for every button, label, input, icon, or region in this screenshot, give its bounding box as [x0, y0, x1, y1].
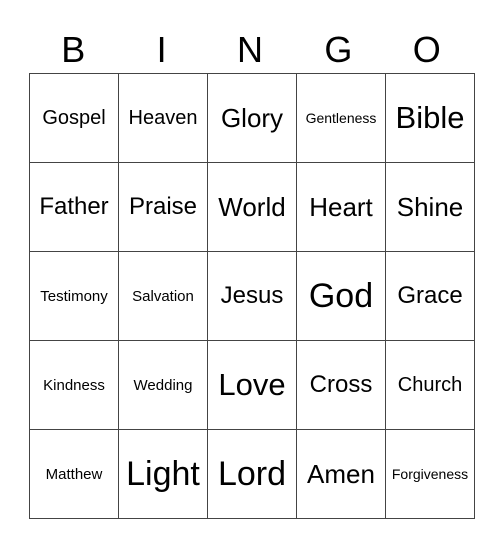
grid-row: Kindness Wedding Love Cross Church	[29, 340, 475, 430]
header-letter-g: G	[324, 29, 353, 70]
grid-row: Father Praise World Heart Shine	[29, 162, 475, 252]
bingo-cell[interactable]: Love	[207, 340, 297, 430]
bingo-cell[interactable]: Father	[29, 162, 119, 252]
bingo-cell[interactable]: Forgiveness	[385, 429, 475, 519]
bingo-cell[interactable]: Praise	[118, 162, 208, 252]
bingo-cell[interactable]: Jesus	[207, 251, 297, 341]
header-letter-o: O	[412, 29, 441, 70]
bingo-cell[interactable]: Bible	[385, 73, 475, 163]
bingo-cell[interactable]: Gospel	[29, 73, 119, 163]
bingo-cell[interactable]: Cross	[296, 340, 386, 430]
bingo-cell[interactable]: Wedding	[118, 340, 208, 430]
bingo-cell[interactable]: Lord	[207, 429, 297, 519]
bingo-header: B I N G O	[29, 28, 471, 72]
bingo-cell[interactable]: Amen	[296, 429, 386, 519]
bingo-cell[interactable]: Heart	[296, 162, 386, 252]
header-letter-n: N	[236, 29, 263, 70]
bingo-cell[interactable]: God	[296, 251, 386, 341]
bingo-cell[interactable]: Testimony	[29, 251, 119, 341]
bingo-grid: Gospel Heaven Glory Gentleness Bible Fat…	[29, 73, 475, 519]
bingo-cell[interactable]: Salvation	[118, 251, 208, 341]
bingo-cell[interactable]: Kindness	[29, 340, 119, 430]
bingo-cell[interactable]: Light	[118, 429, 208, 519]
header-letter-i: I	[156, 29, 167, 70]
header-letter-b: B	[61, 29, 86, 70]
bingo-cell[interactable]: Matthew	[29, 429, 119, 519]
bingo-cell[interactable]: Gentleness	[296, 73, 386, 163]
bingo-cell[interactable]: Heaven	[118, 73, 208, 163]
bingo-cell[interactable]: World	[207, 162, 297, 252]
grid-row: Testimony Salvation Jesus God Grace	[29, 251, 475, 341]
bingo-cell[interactable]: Glory	[207, 73, 297, 163]
bingo-cell[interactable]: Shine	[385, 162, 475, 252]
bingo-cell[interactable]: Grace	[385, 251, 475, 341]
bingo-cell[interactable]: Church	[385, 340, 475, 430]
grid-row: Gospel Heaven Glory Gentleness Bible	[29, 73, 475, 163]
grid-row: Matthew Light Lord Amen Forgiveness	[29, 429, 475, 519]
